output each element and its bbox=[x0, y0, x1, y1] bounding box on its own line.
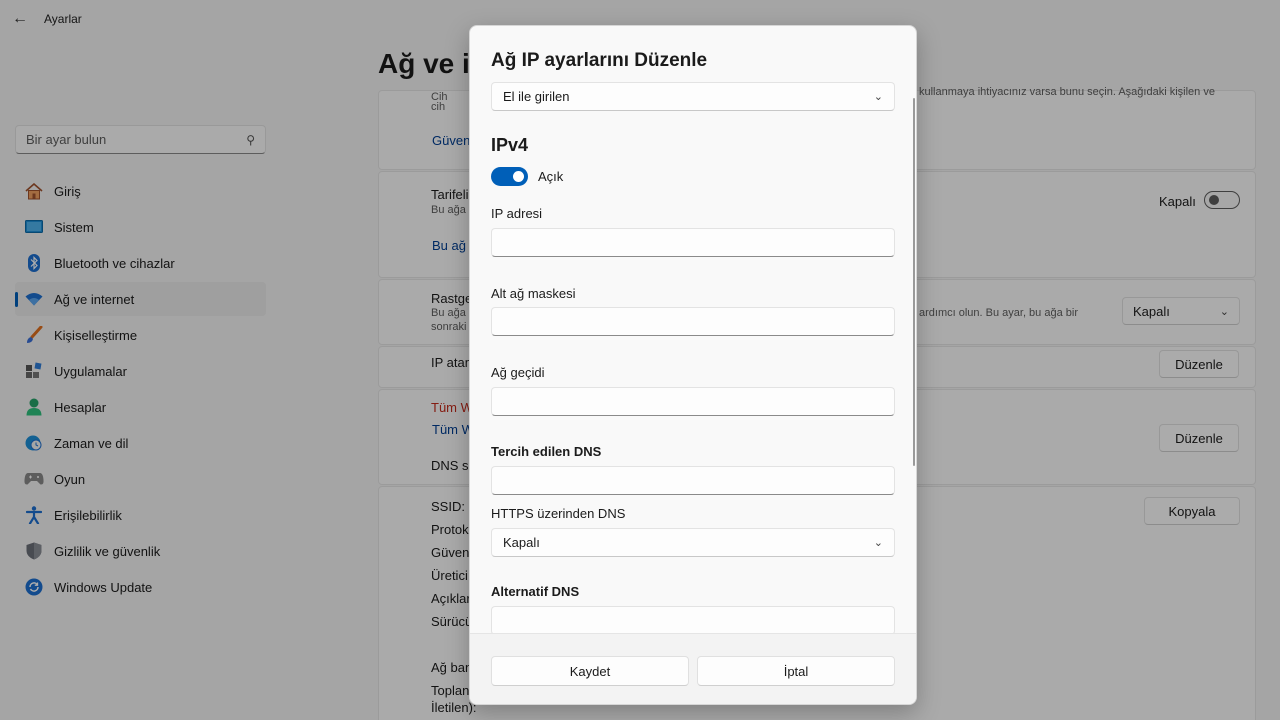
https-dns-label: HTTPS üzerinden DNS bbox=[491, 506, 625, 521]
ip-mode-select[interactable]: El ile girilen ⌄ bbox=[491, 82, 895, 111]
edit-ip-dialog: Ağ IP ayarlarını Düzenle El ile girilen … bbox=[469, 25, 917, 705]
gateway-field[interactable] bbox=[491, 387, 895, 416]
https-dns-select[interactable]: Kapalı ⌄ bbox=[491, 528, 895, 557]
ip-address-field[interactable] bbox=[491, 228, 895, 257]
preferred-dns-label: Tercih edilen DNS bbox=[491, 444, 601, 459]
alternate-dns-label: Alternatif DNS bbox=[491, 584, 579, 599]
preferred-dns-field[interactable] bbox=[491, 466, 895, 495]
dialog-scrollbar[interactable] bbox=[913, 98, 915, 466]
dialog-title: Ağ IP ayarlarını Düzenle bbox=[491, 50, 707, 72]
save-button[interactable]: Kaydet bbox=[491, 656, 689, 686]
cancel-button[interactable]: İptal bbox=[697, 656, 895, 686]
ip-address-label: IP adresi bbox=[491, 206, 542, 221]
chevron-down-icon: ⌄ bbox=[874, 536, 883, 549]
ipv4-toggle-label: Açık bbox=[538, 169, 563, 184]
chevron-down-icon: ⌄ bbox=[874, 90, 883, 103]
alternate-dns-field[interactable] bbox=[491, 606, 895, 635]
gateway-label: Ağ geçidi bbox=[491, 365, 544, 380]
https-dns-value: Kapalı bbox=[503, 535, 874, 550]
ip-mode-value: El ile girilen bbox=[503, 89, 874, 104]
ipv4-toggle[interactable] bbox=[491, 167, 528, 186]
dialog-body: Ağ IP ayarlarını Düzenle El ile girilen … bbox=[470, 26, 917, 633]
ipv4-heading: IPv4 bbox=[491, 135, 528, 156]
subnet-mask-label: Alt ağ maskesi bbox=[491, 286, 576, 301]
subnet-mask-field[interactable] bbox=[491, 307, 895, 336]
dialog-footer: Kaydet İptal bbox=[470, 633, 917, 705]
